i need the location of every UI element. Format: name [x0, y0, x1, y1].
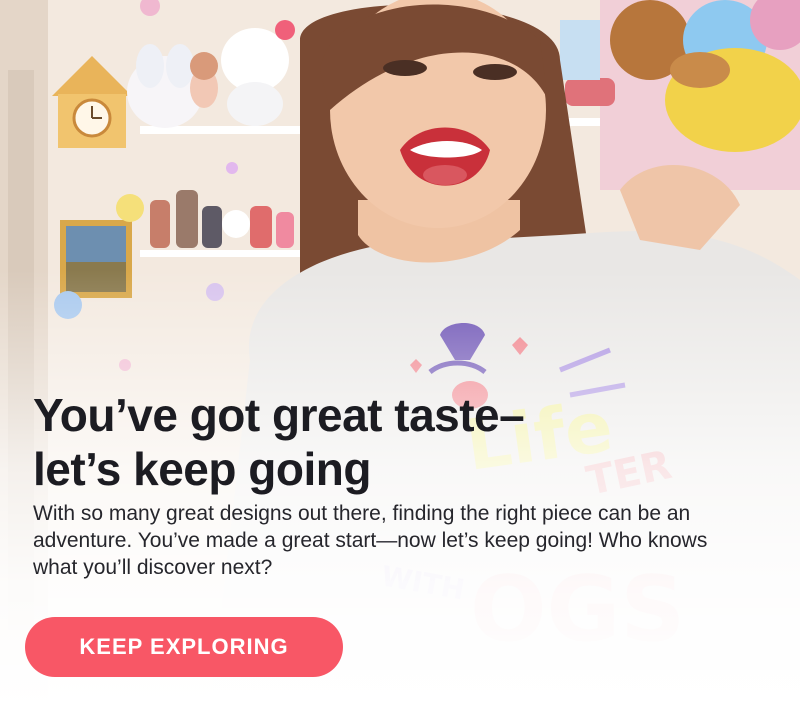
white-fade-overlay: [0, 0, 800, 709]
promo-content: You’ve got great taste– let’s keep going…: [33, 388, 733, 581]
headline: You’ve got great taste– let’s keep going: [33, 389, 525, 495]
body-text: With so many great designs out there, fi…: [33, 502, 708, 579]
promo-card: Life TER OGS WITH You’ve got great taste…: [0, 0, 800, 709]
keep-exploring-button[interactable]: KEEP EXPLORING: [25, 617, 343, 677]
